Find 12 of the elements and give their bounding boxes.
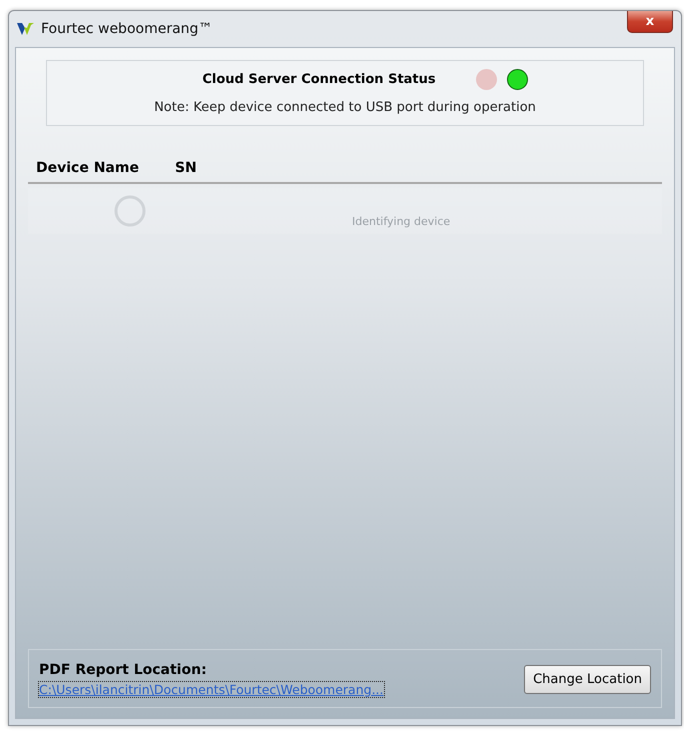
- change-location-button[interactable]: Change Location: [524, 665, 651, 694]
- window-title: Fourtec weboomerang™: [41, 21, 212, 37]
- spinner-icon: [113, 194, 147, 228]
- close-button[interactable]: x: [627, 11, 673, 33]
- column-header: Device Name: [36, 160, 139, 176]
- note-text: Note: Keep device connected to USB port during operation: [154, 100, 536, 115]
- logo-icon: [17, 22, 35, 36]
- report-label: PDF Report Location:: [39, 662, 208, 678]
- path-link[interactable]: C:\Users\ilancitrin\Documents\Fourtec\Weboomerang...: [39, 682, 384, 697]
- loading-text: Identifying device: [352, 214, 450, 228]
- column-header: SN: [174, 160, 197, 176]
- status-title: Cloud Server Connection Status: [202, 72, 436, 87]
